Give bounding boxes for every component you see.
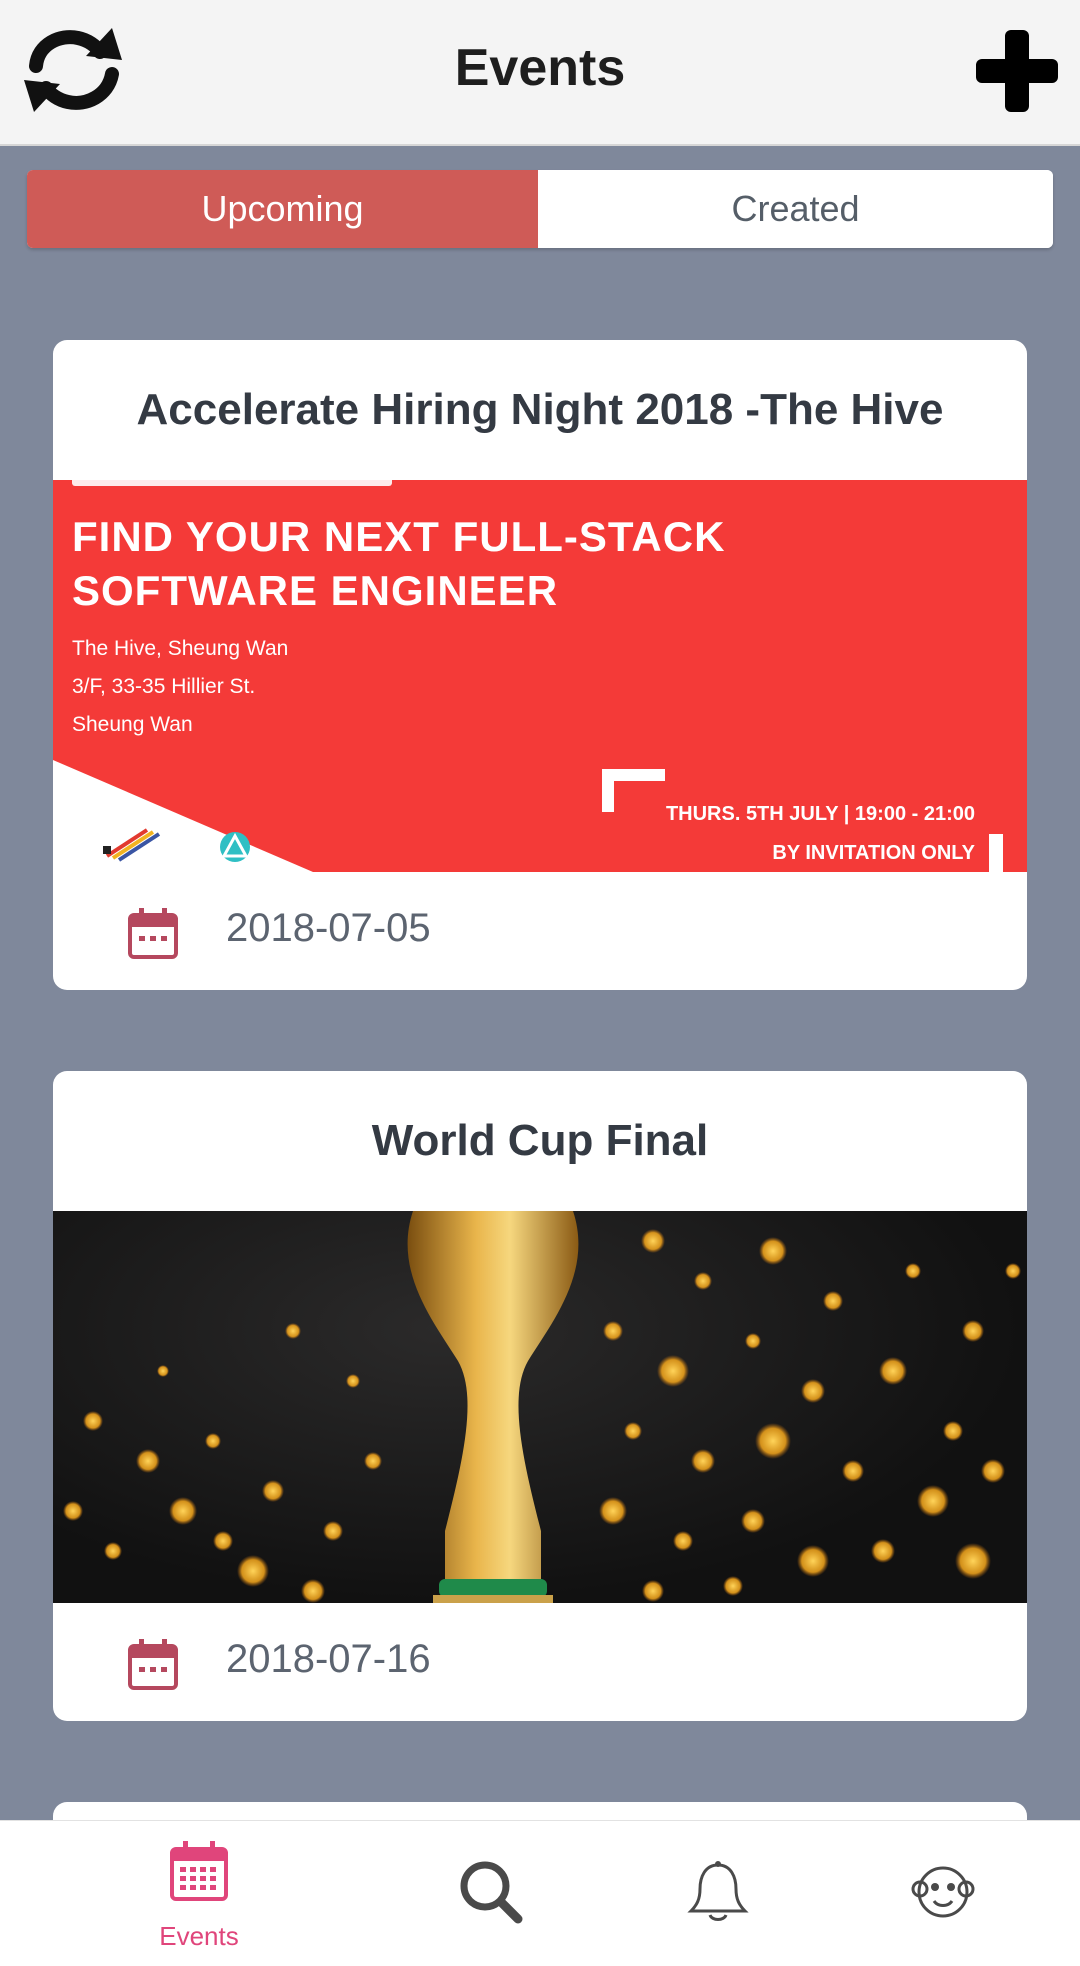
- segment-created[interactable]: Created: [538, 170, 1053, 248]
- event-date: 2018-07-16: [226, 1637, 431, 1681]
- profile-face-icon: [911, 1866, 975, 1918]
- world-cup-trophy-image: [63, 1211, 1021, 1603]
- calendar-icon: [128, 908, 178, 959]
- top-bar: Events: [0, 0, 1080, 146]
- tab-events-label: Events: [159, 1921, 239, 1951]
- bell-icon: [687, 1861, 749, 1921]
- tab-search[interactable]: [400, 1821, 580, 1966]
- segment-upcoming[interactable]: Upcoming: [27, 170, 538, 248]
- event-card[interactable]: Accelerate Hiring Night 2018 -The Hive F…: [53, 340, 1027, 990]
- search-icon: [460, 1861, 523, 1924]
- plus-icon: [976, 30, 1058, 112]
- tab-profile[interactable]: [852, 1821, 1032, 1966]
- event-footer: 2018-07-05: [53, 872, 1027, 990]
- tab-events[interactable]: Events: [109, 1821, 289, 1966]
- event-title: Accelerate Hiring Night 2018 -The Hive: [136, 385, 944, 434]
- event-banner-image: FIND YOUR NEXT FULL-STACK SOFTWARE ENGIN…: [53, 480, 1027, 872]
- bottom-tab-bar: Events: [0, 1820, 1080, 1966]
- tab-notifications[interactable]: [627, 1821, 807, 1966]
- event-footer: 2018-07-16: [53, 1603, 1027, 1721]
- event-title: World Cup Final: [371, 1116, 709, 1165]
- add-event-button[interactable]: [972, 26, 1062, 116]
- calendar-icon: [128, 1639, 178, 1690]
- event-banner-image: [53, 1211, 1027, 1603]
- event-card[interactable]: World Cup Final 2018-07-16: [53, 1071, 1027, 1721]
- banner-event-time: THURS. 5TH JULY | 19:00 - 21:00: [665, 803, 975, 825]
- page-title: Events: [454, 39, 626, 97]
- calendar-icon: [170, 1841, 228, 1901]
- event-date: 2018-07-05: [226, 906, 431, 950]
- banner-invitation-note: BY INVITATION ONLY: [772, 842, 975, 864]
- event-filter-segment: Upcoming Created: [27, 170, 1053, 248]
- partner-logo-icon: [220, 832, 250, 862]
- sponsor-logo-icon: [103, 828, 161, 862]
